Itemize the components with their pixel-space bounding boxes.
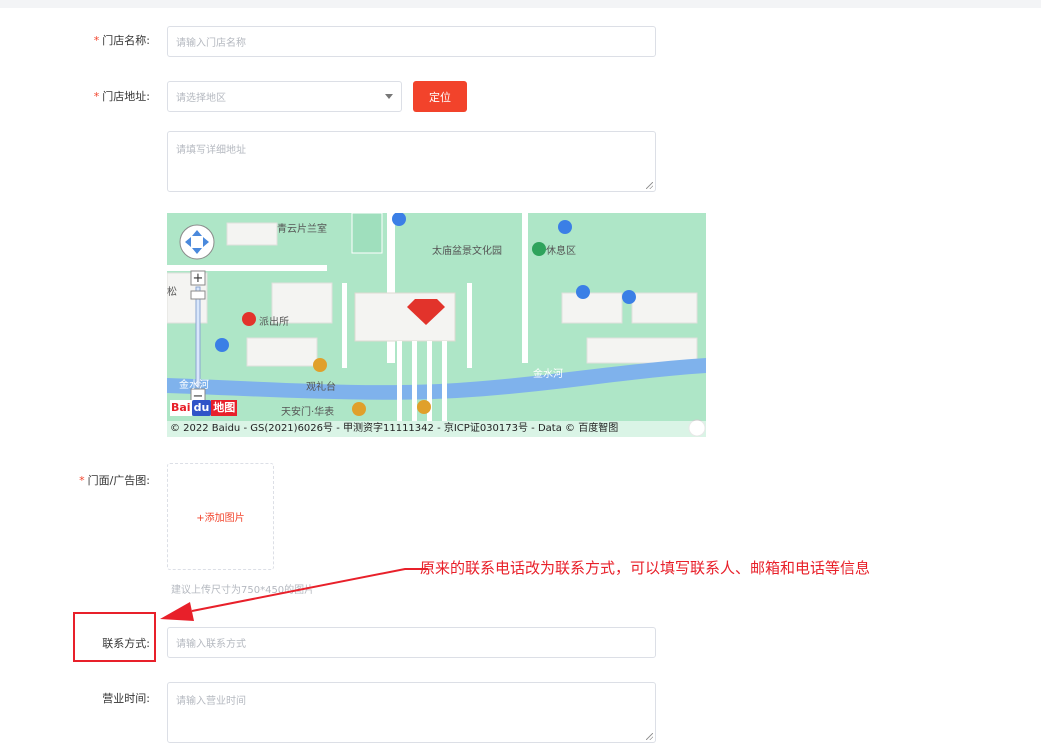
required-mark: * (93, 90, 100, 103)
region-placeholder: 请选择地区 (176, 93, 226, 104)
map-label-police: 派出所 (259, 317, 289, 328)
annotation-text: 原来的联系电话改为联系方式，可以填写联系人、邮箱和电话等信息 (420, 559, 871, 577)
contact-input[interactable]: 请输入联系方式 (167, 627, 656, 658)
contact-placeholder: 请输入联系方式 (176, 639, 246, 650)
annotation-highlight-box (73, 612, 156, 662)
business-hours-placeholder: 请输入营业时间 (176, 696, 246, 707)
add-image-label: +添加图片 (196, 513, 245, 524)
map-label-qingyun: 青云片兰室 (277, 224, 327, 235)
storefront-image-label: * 门面/广告图: (79, 474, 150, 487)
resize-handle-icon[interactable] (646, 733, 653, 740)
top-bar (0, 0, 1041, 8)
store-name-placeholder: 请输入门店名称 (176, 38, 246, 49)
map-label-taimiao: 太庙盆景文化园 (432, 246, 502, 257)
locate-button[interactable]: 定位 (413, 81, 467, 112)
map-label-jinshui-right: 金水河 (533, 369, 563, 380)
map-label-jinshui-left: 金水河 (179, 380, 209, 391)
map-label-rest-area: 休息区 (546, 246, 576, 257)
map-label-tiananmen: 天安门·华表 (281, 407, 335, 418)
required-mark: * (79, 474, 85, 487)
business-hours-textarea[interactable]: 请输入营业时间 (167, 682, 656, 743)
image-size-hint: 建议上传尺寸为750*450的图片 (171, 585, 315, 596)
detail-address-placeholder: 请填写详细地址 (176, 145, 246, 156)
region-select[interactable]: 请选择地区 (167, 81, 402, 112)
required-mark: * (93, 34, 100, 47)
baidu-map-logo: Bai du 地图 (170, 400, 238, 416)
store-name-input[interactable]: 请输入门店名称 (167, 26, 656, 57)
map-copyright: © 2022 Baidu - GS(2021)6026号 - 甲测资字11111… (167, 421, 706, 437)
resize-handle-icon[interactable] (646, 182, 653, 189)
svg-text:+: + (193, 271, 204, 286)
business-hours-label: 营业时间: (102, 692, 150, 705)
baidu-map[interactable]: + − 青云片兰室 太庙盆景文化园 休息区 松 派出所 金水河 观礼台 金水河 … (167, 213, 706, 437)
add-image-button[interactable]: +添加图片 (167, 463, 274, 570)
caret-down-icon (385, 94, 393, 99)
detail-address-textarea[interactable]: 请填写详细地址 (167, 131, 656, 192)
map-label-song: 松 (167, 287, 177, 298)
store-name-label: * 门店名称: (93, 34, 150, 47)
map-label-guanlitai: 观礼台 (306, 382, 336, 393)
store-address-label: * 门店地址: (93, 90, 150, 103)
